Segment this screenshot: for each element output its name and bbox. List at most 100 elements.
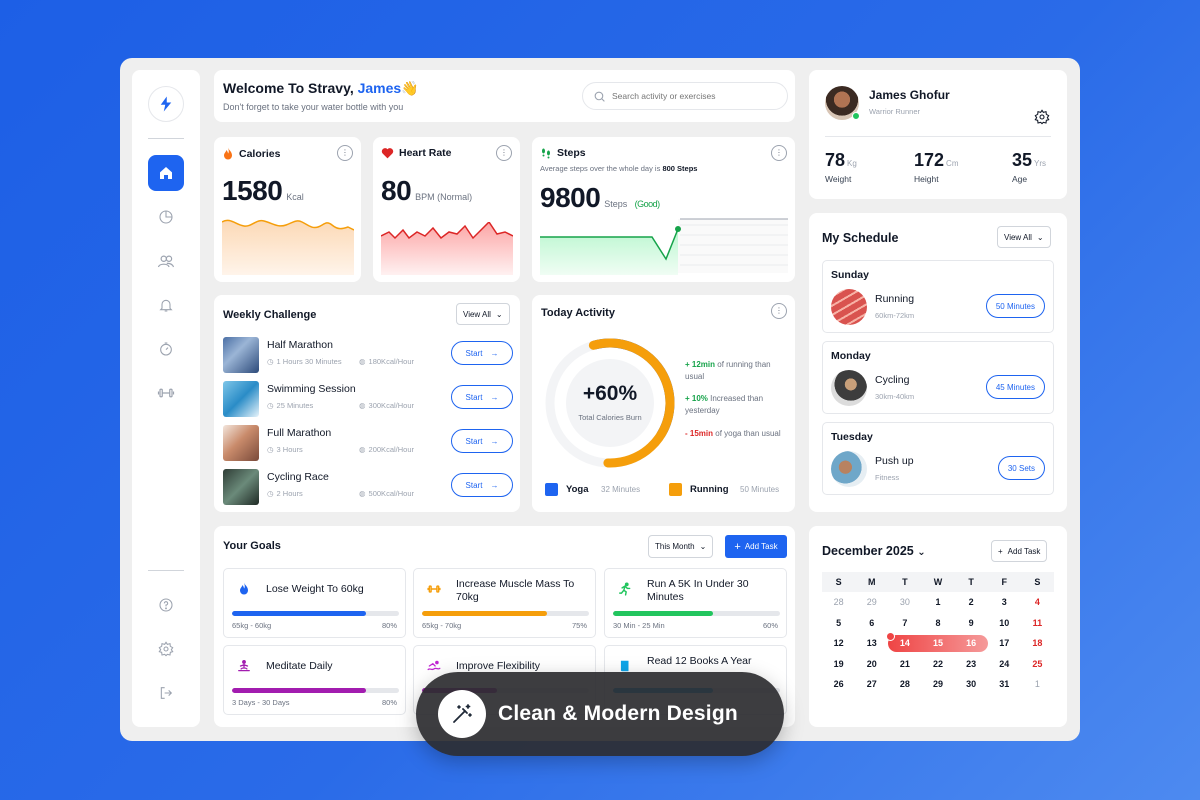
- goal-item[interactable]: Run A 5K In Under 30 Minutes 30 Min - 25…: [604, 568, 787, 638]
- swim-icon: [426, 658, 442, 674]
- schedule-item[interactable]: Tuesday Push up Fitness 30 Sets: [822, 422, 1054, 495]
- chevron-down-icon: ⌄: [917, 547, 926, 558]
- calendar-day[interactable]: 3: [988, 597, 1021, 607]
- schedule-view-all-dropdown[interactable]: View All ⌄: [997, 226, 1051, 248]
- height-unit: Cm: [946, 159, 959, 168]
- start-button[interactable]: Start →: [451, 341, 513, 365]
- goals-add-task-button[interactable]: + Add Task: [725, 535, 787, 558]
- calendar-day-selected[interactable]: 15: [921, 638, 954, 648]
- welcome-title: Welcome To Stravy, James👋: [223, 80, 419, 97]
- search-box[interactable]: [582, 82, 788, 110]
- calendar-day[interactable]: 1: [921, 597, 954, 607]
- calendar-day[interactable]: 4: [1021, 597, 1054, 607]
- start-label: Start: [465, 392, 483, 402]
- running-legend-swatch: [669, 483, 682, 496]
- calendar-day[interactable]: 9: [955, 618, 988, 628]
- calories-burn-percent: +60%: [582, 382, 638, 405]
- schedule-duration-button[interactable]: 50 Minutes: [985, 294, 1045, 318]
- calendar-day[interactable]: 13: [855, 638, 888, 648]
- nav-home[interactable]: [148, 155, 184, 191]
- calendar-day[interactable]: 21: [888, 659, 921, 669]
- calendar-day[interactable]: 29: [921, 679, 954, 689]
- banner-text: Clean & Modern Design: [498, 702, 738, 725]
- weekday-label: S: [1034, 577, 1041, 587]
- steps-chart: [540, 218, 788, 275]
- schedule-title: My Schedule: [822, 231, 899, 245]
- calendar-day[interactable]: 30: [955, 679, 988, 689]
- calendar-day[interactable]: 23: [955, 659, 988, 669]
- calendar-month-selector[interactable]: December 2025 ⌄: [822, 544, 926, 558]
- search-input[interactable]: [612, 91, 772, 101]
- schedule-item[interactable]: Sunday Running 60km-72km 50 Minutes: [822, 260, 1054, 333]
- online-indicator: [852, 112, 860, 120]
- steps-more-button[interactable]: ⋮: [771, 145, 787, 161]
- challenge-kcal: ◍ 200Kcal/Hour: [359, 445, 414, 454]
- goal-title: Read 12 Books A Year: [647, 655, 752, 667]
- calendar-day[interactable]: 12: [822, 638, 855, 648]
- calendar-day[interactable]: 2: [955, 597, 988, 607]
- calendar-day-selected[interactable]: 16: [955, 638, 988, 648]
- calendar-day[interactable]: 8: [921, 618, 954, 628]
- lightning-icon: [160, 96, 172, 112]
- goal-title: Increase Muscle Mass To 70kg: [456, 578, 575, 603]
- calendar-day[interactable]: 26: [822, 679, 855, 689]
- nav-community[interactable]: [148, 243, 184, 279]
- nav-logout[interactable]: [148, 675, 184, 711]
- calendar-day[interactable]: 28: [888, 679, 921, 689]
- schedule-view-all-label: View All: [1004, 232, 1032, 242]
- schedule-item[interactable]: Monday Cycling 30km-40km 45 Minutes: [822, 341, 1054, 414]
- calendar-day[interactable]: 27: [855, 679, 888, 689]
- calendar-day[interactable]: 17: [988, 638, 1021, 648]
- calories-more-button[interactable]: ⋮: [337, 145, 353, 161]
- start-button[interactable]: Start →: [451, 385, 513, 409]
- calendar-day[interactable]: 28: [822, 597, 855, 607]
- arrow-right-icon: →: [490, 436, 499, 446]
- schedule-day: Sunday: [831, 269, 869, 281]
- schedule-duration-button[interactable]: 30 Sets: [997, 456, 1045, 480]
- weekly-view-all-dropdown[interactable]: View All ⌄: [456, 303, 510, 325]
- nav-settings[interactable]: [148, 631, 184, 667]
- challenge-kcal-value: 500Kcal/Hour: [368, 489, 414, 498]
- nav-notifications[interactable]: [148, 287, 184, 323]
- goal-item[interactable]: Meditate Daily 3 Days - 30 Days 80%: [223, 645, 406, 715]
- calendar-day[interactable]: 18: [1021, 638, 1054, 648]
- calendar-day[interactable]: 10: [988, 618, 1021, 628]
- start-button[interactable]: Start →: [451, 429, 513, 453]
- fire-icon: ◍: [359, 357, 366, 366]
- calendar-day[interactable]: 11: [1021, 618, 1054, 628]
- height-label: Height: [914, 174, 939, 184]
- calendar-add-task-button[interactable]: + Add Task: [991, 540, 1048, 562]
- schedule-duration-button[interactable]: 45 Minutes: [985, 375, 1045, 399]
- calendar-day[interactable]: 19: [822, 659, 855, 669]
- calendar-day[interactable]: 29: [855, 597, 888, 607]
- logo[interactable]: [148, 86, 184, 122]
- calendar-day[interactable]: 6: [855, 618, 888, 628]
- calendar-day[interactable]: 31: [988, 679, 1021, 689]
- calendar-day[interactable]: 22: [921, 659, 954, 669]
- nav-timer[interactable]: [148, 331, 184, 367]
- heart-rate-number: 80: [381, 175, 412, 206]
- weekday-label: T: [968, 577, 974, 587]
- home-icon: [160, 167, 172, 179]
- goal-item[interactable]: Lose Weight To 60kg 65kg - 60kg 80%: [223, 568, 406, 638]
- pie-chart-icon: [159, 210, 173, 224]
- nav-workouts[interactable]: [148, 375, 184, 411]
- schedule-day: Tuesday: [831, 431, 873, 443]
- today-more-button[interactable]: ⋮: [771, 303, 787, 319]
- calendar-day[interactable]: 1: [1021, 679, 1054, 689]
- nav-statistics[interactable]: [148, 199, 184, 235]
- challenge-duration: ◷ 2 Hours: [267, 489, 303, 498]
- goals-period-dropdown[interactable]: This Month ⌄: [648, 535, 714, 558]
- calendar-day[interactable]: 24: [988, 659, 1021, 669]
- calories-label: Calories: [239, 148, 281, 160]
- profile-settings-icon[interactable]: [1034, 109, 1050, 125]
- nav-help[interactable]: [148, 587, 184, 623]
- heart-rate-more-button[interactable]: ⋮: [496, 145, 512, 161]
- calendar-day[interactable]: 5: [822, 618, 855, 628]
- calendar-day[interactable]: 20: [855, 659, 888, 669]
- calendar-day[interactable]: 25: [1021, 659, 1054, 669]
- start-button[interactable]: Start →: [451, 473, 513, 497]
- goal-item[interactable]: Increase Muscle Mass To 70kg 65kg - 70kg…: [413, 568, 596, 638]
- calendar-day[interactable]: 7: [888, 618, 921, 628]
- calendar-day[interactable]: 30: [888, 597, 921, 607]
